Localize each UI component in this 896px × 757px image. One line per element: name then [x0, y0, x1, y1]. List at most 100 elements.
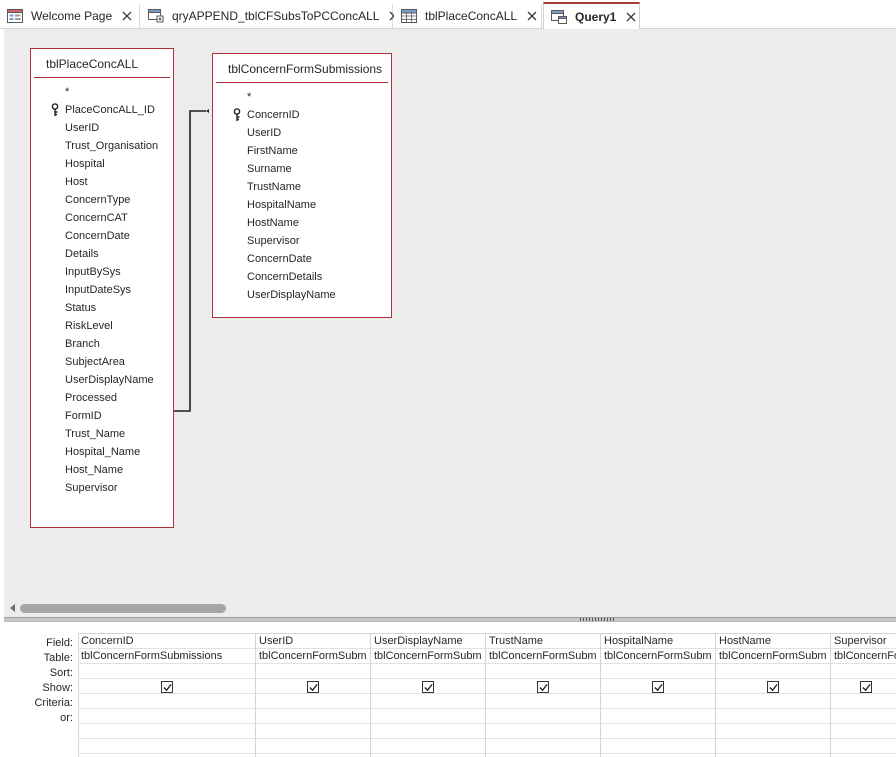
- field-item[interactable]: Hospital: [65, 155, 105, 173]
- grid-table-cell[interactable]: tblConcernFormSubm: [601, 649, 715, 664]
- grid-show-cell[interactable]: [78, 679, 255, 694]
- field-item[interactable]: Hospital_Name: [65, 443, 140, 461]
- grid-column[interactable]: HostName tblConcernFormSubm: [716, 634, 831, 757]
- grid-criteria-cell[interactable]: [831, 694, 896, 709]
- field-item[interactable]: PlaceConcALL_ID: [65, 101, 155, 119]
- field-item[interactable]: Host_Name: [65, 461, 123, 479]
- field-item[interactable]: Branch: [65, 335, 100, 353]
- grid-field-cell[interactable]: ConcernID: [78, 634, 255, 649]
- field-item[interactable]: Supervisor: [65, 479, 118, 497]
- field-item[interactable]: FormID: [65, 407, 102, 425]
- grid-sort-cell[interactable]: [256, 664, 370, 679]
- table-title[interactable]: tblPlaceConcALL: [34, 49, 170, 78]
- tab-qryappend[interactable]: qryAPPEND_tblCFSubsToPCConcALL: [141, 4, 399, 28]
- grid-empty-cell[interactable]: [78, 739, 255, 754]
- grid-show-cell[interactable]: [831, 679, 896, 694]
- field-item[interactable]: Trust_Organisation: [65, 137, 158, 155]
- grid-empty-cell[interactable]: [601, 724, 715, 739]
- grid-empty-cell[interactable]: [601, 739, 715, 754]
- grid-empty-cell[interactable]: [716, 724, 830, 739]
- field-item[interactable]: ConcernDate: [65, 227, 130, 245]
- field-item[interactable]: Supervisor: [247, 232, 300, 250]
- design-grid[interactable]: Field: Table: Sort: Show: Criteria: or: …: [0, 622, 896, 757]
- grid-table-cell[interactable]: tblConcernFormSubm: [371, 649, 485, 664]
- grid-table-cell[interactable]: tblConcernFormSubm: [256, 649, 370, 664]
- field-item[interactable]: Details: [65, 245, 99, 263]
- field-item[interactable]: RiskLevel: [65, 317, 113, 335]
- grid-show-cell[interactable]: [371, 679, 485, 694]
- grid-sort-cell[interactable]: [486, 664, 600, 679]
- field-item[interactable]: Host: [65, 173, 88, 191]
- field-item[interactable]: HostName: [247, 214, 299, 232]
- grid-column[interactable]: Supervisor tblConcernFo: [831, 634, 896, 757]
- grid-criteria-cell[interactable]: [256, 694, 370, 709]
- grid-or-cell[interactable]: [371, 709, 485, 724]
- grid-criteria-cell[interactable]: [486, 694, 600, 709]
- grid-or-cell[interactable]: [78, 709, 255, 724]
- grid-or-cell[interactable]: [831, 709, 896, 724]
- table-box-tblplaceconcall[interactable]: tblPlaceConcALL * PlaceConcALL_ID UserID Tr…: [30, 48, 174, 528]
- tab-welcome-page[interactable]: Welcome Page: [0, 4, 140, 28]
- grid-table-cell[interactable]: tblConcernFo: [831, 649, 896, 664]
- grid-sort-cell[interactable]: [601, 664, 715, 679]
- grid-column[interactable]: UserID tblConcernFormSubm: [256, 634, 371, 757]
- close-icon[interactable]: [525, 9, 539, 23]
- field-item[interactable]: Trust_Name: [65, 425, 125, 443]
- grid-criteria-cell[interactable]: [78, 694, 255, 709]
- field-item[interactable]: HospitalName: [247, 196, 316, 214]
- close-icon[interactable]: [120, 9, 134, 23]
- field-item[interactable]: TrustName: [247, 178, 301, 196]
- horizontal-scrollbar[interactable]: [4, 599, 896, 617]
- grid-criteria-cell[interactable]: [601, 694, 715, 709]
- show-checkbox[interactable]: [537, 681, 549, 693]
- grid-show-cell[interactable]: [601, 679, 715, 694]
- grid-column[interactable]: HospitalName tblConcernFormSubm: [601, 634, 716, 757]
- grid-column[interactable]: UserDisplayName tblConcernFormSubm: [371, 634, 486, 757]
- scroll-thumb[interactable]: [20, 604, 226, 613]
- table-box-tblconcernformsubmissions[interactable]: tblConcernFormSubmissions * ConcernID User…: [212, 53, 392, 318]
- grid-field-cell[interactable]: HospitalName: [601, 634, 715, 649]
- grid-empty-cell[interactable]: [831, 739, 896, 754]
- grid-field-cell[interactable]: TrustName: [486, 634, 600, 649]
- field-item[interactable]: UserDisplayName: [65, 371, 154, 389]
- grid-or-cell[interactable]: [716, 709, 830, 724]
- grid-or-cell[interactable]: [601, 709, 715, 724]
- query-design-pane[interactable]: tblPlaceConcALL * PlaceConcALL_ID UserID Tr…: [0, 29, 896, 599]
- field-item[interactable]: UserID: [247, 124, 281, 142]
- field-item[interactable]: Surname: [247, 160, 292, 178]
- grid-empty-cell[interactable]: [831, 724, 896, 739]
- show-checkbox[interactable]: [160, 681, 173, 693]
- grid-show-cell[interactable]: [486, 679, 600, 694]
- show-checkbox[interactable]: [422, 681, 434, 693]
- field-item[interactable]: ConcernCAT: [65, 209, 128, 227]
- field-all-columns[interactable]: *: [247, 88, 251, 106]
- grid-empty-cell[interactable]: [716, 739, 830, 754]
- grid-table-cell[interactable]: tblConcernFormSubmissions: [78, 649, 255, 664]
- field-item[interactable]: UserID: [65, 119, 99, 137]
- tab-query1[interactable]: Query1: [543, 2, 640, 30]
- table-title[interactable]: tblConcernFormSubmissions: [216, 54, 388, 83]
- grid-or-cell[interactable]: [486, 709, 600, 724]
- field-all-columns[interactable]: *: [65, 83, 69, 101]
- grid-or-cell[interactable]: [256, 709, 370, 724]
- grid-table-cell[interactable]: tblConcernFormSubm: [486, 649, 600, 664]
- field-item[interactable]: ConcernDetails: [247, 268, 322, 286]
- field-item[interactable]: UserDisplayName: [247, 286, 336, 304]
- field-item[interactable]: ConcernID: [247, 106, 300, 124]
- close-icon[interactable]: [624, 10, 638, 24]
- grid-sort-cell[interactable]: [371, 664, 485, 679]
- grid-show-cell[interactable]: [716, 679, 830, 694]
- field-item[interactable]: InputDateSys: [65, 281, 131, 299]
- grid-field-cell[interactable]: UserID: [256, 634, 370, 649]
- grid-empty-cell[interactable]: [371, 739, 485, 754]
- show-checkbox[interactable]: [859, 681, 872, 693]
- grid-criteria-cell[interactable]: [371, 694, 485, 709]
- field-item[interactable]: SubjectArea: [65, 353, 125, 371]
- field-item[interactable]: Processed: [65, 389, 117, 407]
- field-item[interactable]: Status: [65, 299, 96, 317]
- grid-field-cell[interactable]: HostName: [716, 634, 830, 649]
- grid-sort-cell[interactable]: [831, 664, 896, 679]
- grid-empty-cell[interactable]: [256, 739, 370, 754]
- grid-empty-cell[interactable]: [78, 724, 255, 739]
- grid-empty-cell[interactable]: [256, 724, 370, 739]
